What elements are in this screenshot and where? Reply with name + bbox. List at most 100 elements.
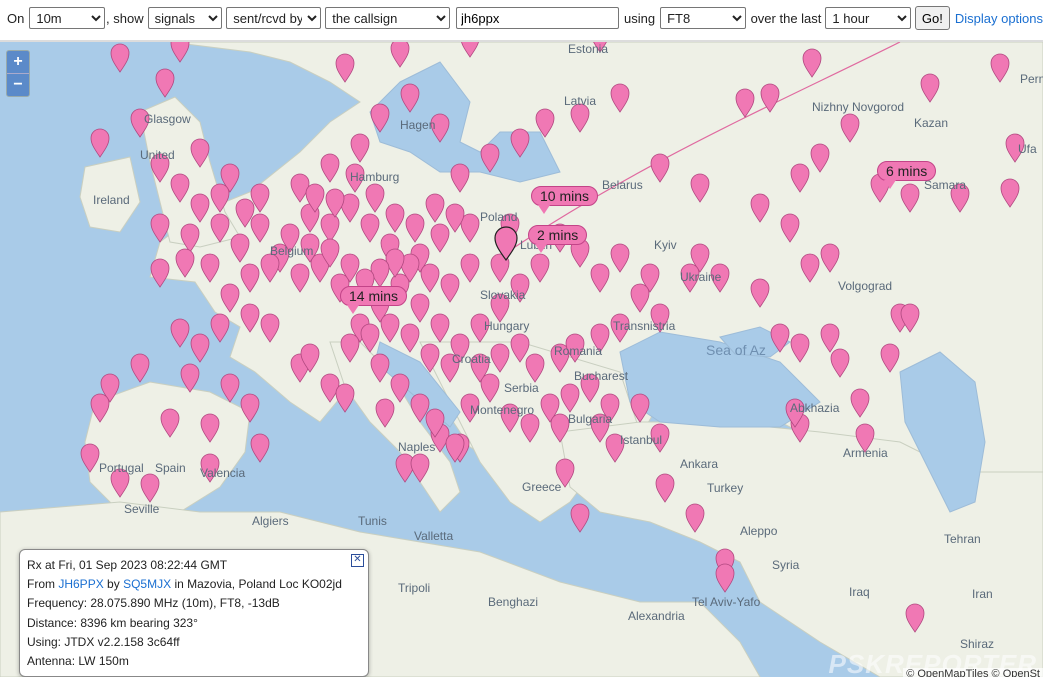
- direction-select[interactable]: sent/rcvd by: [226, 7, 322, 29]
- place-label: Ukraine: [680, 270, 722, 284]
- place-label: Poland: [480, 210, 518, 224]
- frequency-text: Frequency: 28.075.890 MHz (10m), FT8, -1…: [27, 596, 280, 610]
- mode-select[interactable]: FT8: [660, 7, 746, 29]
- go-button[interactable]: Go!: [914, 6, 950, 30]
- place-label: Montenegro: [470, 403, 535, 417]
- place-label: Valletta: [414, 529, 454, 543]
- place-label: Belgium: [270, 244, 314, 258]
- zoom-in-button[interactable]: +: [7, 51, 29, 73]
- place-label: Latvia: [564, 94, 597, 108]
- place-label: Serbia: [504, 381, 539, 395]
- place-label: Greece: [522, 480, 562, 494]
- place-label: Aleppo: [740, 524, 778, 538]
- place-label: Samara: [924, 178, 967, 192]
- place-label: Abkhazia: [790, 401, 840, 415]
- map-attribution[interactable]: © OpenMapTiles © OpenSt: [903, 668, 1043, 677]
- over-label: over the last: [750, 10, 822, 26]
- on-label: On: [7, 10, 25, 26]
- place-label: Iraq: [849, 585, 870, 599]
- period-select[interactable]: 1 hour: [825, 7, 911, 29]
- spot-marker-icon[interactable]: [170, 42, 190, 63]
- spot-marker-icon[interactable]: [110, 43, 130, 73]
- spot-marker-icon[interactable]: [190, 333, 210, 363]
- place-label: Tripoli: [398, 581, 431, 595]
- spot-marker-icon[interactable]: [155, 68, 175, 98]
- time-tag[interactable]: 6 mins: [877, 161, 937, 189]
- spot-marker-icon[interactable]: [570, 503, 590, 533]
- place-label: Iran: [972, 587, 993, 601]
- place-label: Glasgow: [144, 112, 191, 126]
- place-label: Bulgaria: [568, 412, 613, 426]
- band-select[interactable]: 10m: [29, 7, 106, 29]
- place-label: Kazan: [914, 116, 949, 130]
- show-label: , show: [106, 10, 144, 26]
- place-label: Volgograd: [838, 279, 893, 293]
- place-label: Naples: [398, 440, 436, 454]
- target-select[interactable]: the callsign: [325, 7, 451, 29]
- zoom-control: + −: [6, 50, 30, 97]
- distance-text: Distance: 8396 km bearing 323°: [27, 616, 198, 630]
- location-text: in Mazovia, Poland Loc KO02jd: [174, 577, 342, 591]
- by-label: by: [107, 577, 120, 591]
- place-label: Tehran: [944, 532, 981, 546]
- from-row: From JH6PPX by SQ5MJX in Mazovia, Poland…: [27, 577, 342, 592]
- place-label: Armenia: [843, 446, 888, 460]
- place-label: Nizhny Novgorod: [812, 100, 905, 114]
- time-tag[interactable]: 14 mins: [340, 286, 408, 314]
- place-label: Istanbul: [620, 433, 663, 447]
- show-select[interactable]: signals: [147, 7, 223, 29]
- place-label: Hagen: [400, 118, 436, 132]
- callsign-input[interactable]: [456, 7, 620, 29]
- display-options-link[interactable]: Display options: [955, 11, 1043, 26]
- place-label: Ireland: [93, 193, 130, 207]
- spot-info-popup: ✕ Rx at Fri, 01 Sep 2023 08:22:44 GMT Fr…: [19, 549, 369, 677]
- place-label: Portugal: [99, 461, 144, 475]
- sea-label: Sea of Az: [706, 342, 766, 358]
- query-toolbar: On 10m , show signals sent/rcvd by the c…: [0, 0, 1043, 36]
- spot-marker-icon[interactable]: [250, 433, 270, 463]
- place-label: Valencia: [200, 466, 246, 480]
- close-icon[interactable]: ✕: [351, 554, 364, 567]
- place-label: Hamburg: [350, 170, 400, 184]
- place-label: Spain: [155, 461, 186, 475]
- place-label: Seville: [124, 502, 160, 516]
- time-tag[interactable]: 10 mins: [531, 186, 599, 214]
- place-label: United: [140, 148, 175, 162]
- place-label: Ufa: [1018, 142, 1037, 156]
- zoom-out-button[interactable]: −: [7, 73, 29, 96]
- place-label: Slovakia: [480, 288, 526, 302]
- spot-marker-icon[interactable]: [220, 373, 240, 403]
- spot-marker-icon[interactable]: [150, 258, 170, 288]
- spot-marker-icon[interactable]: [395, 453, 415, 483]
- spot-marker-icon[interactable]: [130, 353, 150, 383]
- place-label: Kyiv: [654, 238, 677, 252]
- place-label: Bucharest: [574, 369, 629, 383]
- place-label: Perm: [1020, 72, 1043, 86]
- place-label: Transnistria: [613, 319, 676, 333]
- place-label: Turkey: [707, 481, 744, 495]
- place-label: Tunis: [358, 514, 387, 528]
- spot-marker-icon[interactable]: [715, 563, 735, 593]
- place-label: Estonia: [568, 42, 609, 56]
- place-label: Benghazi: [488, 595, 539, 609]
- rx-time-text: Rx at Fri, 01 Sep 2023 08:22:44 GMT: [27, 558, 228, 572]
- place-label: Romania: [554, 344, 603, 358]
- spot-marker-icon[interactable]: [90, 128, 110, 158]
- place-label: Alexandria: [628, 609, 685, 623]
- spot-marker-icon[interactable]: [210, 313, 230, 343]
- place-label: Croatia: [452, 352, 491, 366]
- using-text: Using: JTDX v2.2.158 3c64ff: [27, 635, 180, 649]
- place-label: Belarus: [602, 178, 643, 192]
- from-callsign-link[interactable]: JH6PPX: [58, 577, 103, 591]
- place-label: Ankara: [680, 457, 719, 471]
- place-label: Syria: [772, 558, 800, 572]
- using-label: using: [624, 10, 656, 26]
- place-label: Algiers: [252, 514, 289, 528]
- antenna-text: Antenna: LW 150m: [27, 654, 129, 668]
- spot-marker-icon[interactable]: [170, 318, 190, 348]
- place-label: Hungary: [484, 319, 530, 333]
- from-label: From: [27, 577, 55, 591]
- by-callsign-link[interactable]: SQ5MJX: [123, 577, 171, 591]
- spot-marker-icon[interactable]: [335, 383, 355, 413]
- time-tag[interactable]: 2 mins: [528, 225, 588, 253]
